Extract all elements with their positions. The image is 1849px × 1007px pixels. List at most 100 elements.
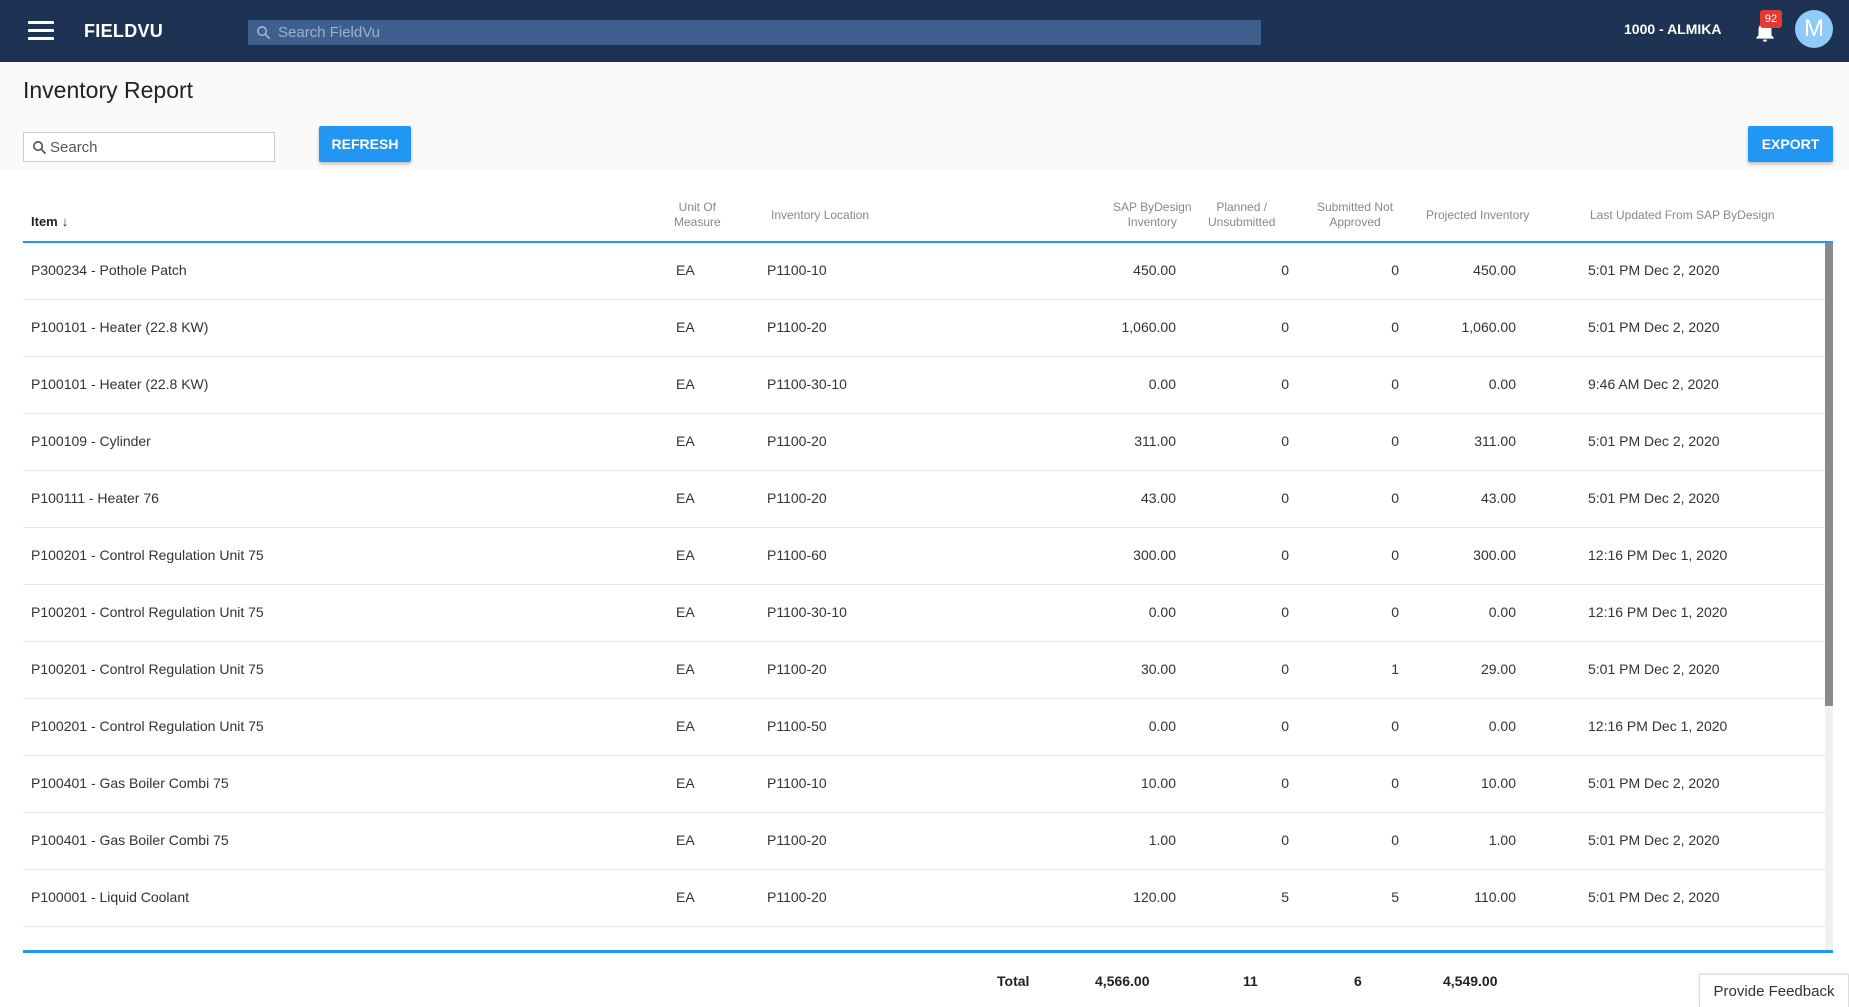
cell-submitted: 0 bbox=[1391, 775, 1399, 791]
cell-planned: 5 bbox=[1281, 889, 1289, 905]
column-header-sap-inventory[interactable]: SAP ByDesign Inventory bbox=[1113, 200, 1192, 230]
total-label: Total bbox=[997, 973, 1030, 989]
cell-location: P1100-50 bbox=[767, 718, 827, 734]
cell-last-updated: 5:01 PM Dec 2, 2020 bbox=[1588, 889, 1720, 905]
cell-submitted: 0 bbox=[1391, 433, 1399, 449]
cell-location: P1100-20 bbox=[767, 490, 827, 506]
column-header-planned[interactable]: Planned / Unsubmitted bbox=[1208, 200, 1275, 230]
table-row[interactable]: P100101 - Heater (22.8 KW) EA P1100-30-10 0… bbox=[23, 357, 1825, 414]
cell-last-updated: 5:01 PM Dec 2, 2020 bbox=[1588, 832, 1720, 848]
table-row[interactable]: P100111 - Heater 76 EA P1100-20 43.00 0 0 43.0… bbox=[23, 471, 1825, 528]
cell-last-updated: 5:01 PM Dec 2, 2020 bbox=[1588, 775, 1720, 791]
cell-submitted: 0 bbox=[1391, 262, 1399, 278]
cell-projected: 450.00 bbox=[1473, 262, 1516, 278]
cell-projected: 10.00 bbox=[1480, 775, 1516, 791]
cell-item: P100109 - Cylinder bbox=[31, 433, 151, 449]
column-header-projected[interactable]: Projected Inventory bbox=[1426, 208, 1529, 223]
column-header-location[interactable]: Inventory Location bbox=[771, 208, 869, 223]
table-row[interactable]: P100001 - Liquid Coolant EA P1100-20 120.00… bbox=[23, 870, 1825, 927]
cell-uom: EA bbox=[676, 775, 695, 791]
cell-location: P1100-30-10 bbox=[767, 604, 847, 620]
cell-submitted: 0 bbox=[1391, 319, 1399, 335]
menu-icon[interactable] bbox=[28, 21, 54, 41]
cell-location: P1100-10 bbox=[767, 775, 827, 791]
column-header-last-updated[interactable]: Last Updated From SAP ByDesign bbox=[1590, 208, 1775, 223]
cell-last-updated: 5:01 PM Dec 2, 2020 bbox=[1588, 319, 1720, 335]
cell-planned: 0 bbox=[1281, 376, 1289, 392]
cell-sap-inventory: 1,060.00 bbox=[1121, 319, 1177, 335]
cell-projected: 110.00 bbox=[1474, 889, 1516, 905]
table-row[interactable]: P100101 - Heater (22.8 KW) EA P1100-20 1,06… bbox=[23, 300, 1825, 357]
cell-submitted: 5 bbox=[1391, 889, 1399, 905]
table-row[interactable]: P100201 - Control Regulation Unit 75 EA P1… bbox=[23, 699, 1825, 756]
cell-last-updated: 5:01 PM Dec 2, 2020 bbox=[1588, 433, 1720, 449]
cell-item: P100101 - Heater (22.8 KW) bbox=[31, 376, 209, 392]
cell-submitted: 0 bbox=[1391, 832, 1399, 848]
cell-item: P100201 - Control Regulation Unit 75 bbox=[31, 661, 264, 677]
organization-label[interactable]: 1000 - ALMIKA bbox=[1624, 21, 1722, 37]
cell-uom: EA bbox=[676, 718, 695, 734]
top-bar: FIELDVU 1000 - ALMIKA 92 M bbox=[0, 0, 1849, 62]
page-title: Inventory Report bbox=[23, 77, 194, 103]
cell-item: P100201 - Control Regulation Unit 75 bbox=[31, 547, 264, 563]
column-header-item[interactable]: Item ↓ bbox=[31, 214, 68, 229]
global-search[interactable] bbox=[248, 20, 1261, 45]
cell-submitted: 0 bbox=[1391, 547, 1399, 563]
cell-last-updated: 12:16 PM Dec 1, 2020 bbox=[1588, 547, 1728, 563]
cell-location: P1100-20 bbox=[767, 433, 827, 449]
cell-uom: EA bbox=[676, 376, 695, 392]
cell-projected: 1.00 bbox=[1488, 832, 1516, 848]
table-body[interactable]: P300234 - Pothole Patch EA P1100-10 450.00 0… bbox=[23, 243, 1825, 950]
cell-submitted: 0 bbox=[1391, 376, 1399, 392]
table-row[interactable]: P100109 - Cylinder EA P1100-20 311.00 0 0 311.… bbox=[23, 414, 1825, 471]
cell-uom: EA bbox=[676, 262, 695, 278]
avatar[interactable]: M bbox=[1795, 10, 1833, 48]
cell-uom: EA bbox=[676, 661, 695, 677]
cell-projected: 0.00 bbox=[1488, 376, 1516, 392]
cell-last-updated: 5:01 PM Dec 2, 2020 bbox=[1588, 661, 1720, 677]
cell-uom: EA bbox=[676, 832, 695, 848]
total-projected: 4,549.00 bbox=[1443, 973, 1498, 989]
refresh-button[interactable]: REFRESH bbox=[319, 126, 411, 162]
cell-location: P1100-10 bbox=[767, 262, 827, 278]
cell-last-updated: 9:46 AM Dec 2, 2020 bbox=[1588, 376, 1719, 392]
provide-feedback-button[interactable]: Provide Feedback bbox=[1699, 974, 1849, 1007]
cell-planned: 0 bbox=[1281, 319, 1289, 335]
table-row[interactable]: P100201 - Control Regulation Unit 75 EA P1… bbox=[23, 528, 1825, 585]
cell-sap-inventory: 450.00 bbox=[1133, 262, 1176, 278]
cell-projected: 300.00 bbox=[1473, 547, 1516, 563]
export-button[interactable]: EXPORT bbox=[1748, 126, 1833, 162]
table-row[interactable]: P100401 - Gas Boiler Combi 75 EA P1100-10 1… bbox=[23, 756, 1825, 813]
cell-planned: 0 bbox=[1281, 661, 1289, 677]
table-row[interactable]: P300234 - Pothole Patch EA P1100-10 450.00 0… bbox=[23, 243, 1825, 300]
cell-projected: 29.00 bbox=[1480, 661, 1516, 677]
column-header-submitted[interactable]: Submitted Not Approved bbox=[1317, 200, 1393, 230]
footer-divider bbox=[23, 950, 1833, 953]
app-name[interactable]: FIELDVU bbox=[84, 21, 163, 42]
cell-sap-inventory: 300.00 bbox=[1133, 547, 1176, 563]
cell-last-updated: 12:16 PM Dec 1, 2020 bbox=[1588, 718, 1728, 734]
report-search[interactable] bbox=[23, 132, 275, 162]
scrollbar-thumb[interactable] bbox=[1825, 243, 1833, 706]
table-row[interactable]: P100201 - Control Regulation Unit 75 EA P1… bbox=[23, 585, 1825, 642]
cell-location: P1100-30-10 bbox=[767, 376, 847, 392]
cell-item: P100001 - Liquid Coolant bbox=[31, 889, 190, 905]
cell-last-updated: 5:01 PM Dec 2, 2020 bbox=[1588, 262, 1720, 278]
cell-location: P1100-20 bbox=[767, 319, 827, 335]
cell-item: P100111 - Heater 76 bbox=[31, 490, 159, 506]
column-header-uom[interactable]: Unit Of Measure bbox=[674, 200, 721, 230]
table-row[interactable]: P100201 - Control Regulation Unit 75 EA P1… bbox=[23, 642, 1825, 699]
global-search-input[interactable] bbox=[278, 20, 1248, 45]
table-row[interactable]: P100401 - Gas Boiler Combi 75 EA P1100-20 1… bbox=[23, 813, 1825, 870]
total-submitted: 6 bbox=[1354, 973, 1362, 989]
cell-item: P100401 - Gas Boiler Combi 75 bbox=[31, 832, 229, 848]
cell-planned: 0 bbox=[1281, 775, 1289, 791]
cell-planned: 0 bbox=[1281, 262, 1289, 278]
cell-sap-inventory: 30.00 bbox=[1140, 661, 1176, 677]
cell-uom: EA bbox=[676, 547, 695, 563]
cell-sap-inventory: 0.00 bbox=[1148, 376, 1176, 392]
cell-location: P1100-20 bbox=[767, 661, 827, 677]
cell-location: P1100-20 bbox=[767, 832, 827, 848]
cell-uom: EA bbox=[676, 490, 695, 506]
report-search-input[interactable] bbox=[50, 133, 270, 161]
